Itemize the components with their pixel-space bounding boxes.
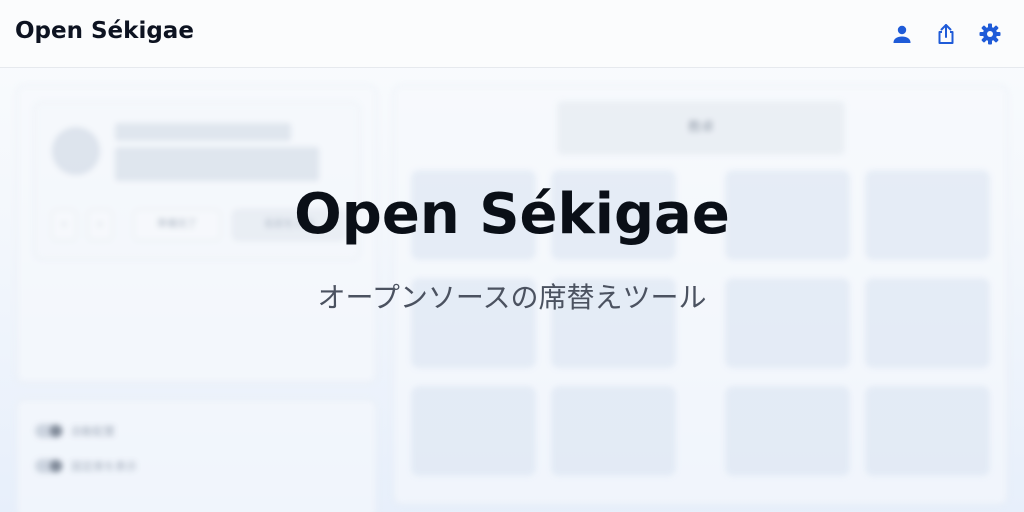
skeleton-block bbox=[115, 147, 319, 181]
toggle-label: 自動配置 bbox=[71, 425, 115, 438]
skeleton-line bbox=[115, 123, 291, 141]
seat[interactable] bbox=[411, 386, 536, 476]
auto-place-toggle[interactable] bbox=[35, 424, 63, 438]
share-icon[interactable] bbox=[934, 22, 958, 46]
seat[interactable] bbox=[551, 386, 676, 476]
hero-subtitle: オープンソースの席替えツール bbox=[317, 281, 707, 314]
fixed-seat-toggle[interactable] bbox=[35, 459, 63, 473]
hero-title: Open Sékigae bbox=[294, 182, 730, 247]
app-title: Open Sékigae bbox=[15, 18, 194, 44]
seat[interactable] bbox=[725, 386, 850, 476]
app-header: Open Sékigae bbox=[0, 0, 1024, 68]
teacher-desk: 教卓 bbox=[557, 101, 845, 155]
avatar bbox=[52, 127, 100, 175]
toggle-label: 固定席を表示 bbox=[71, 460, 137, 473]
gear-icon[interactable] bbox=[978, 22, 1002, 46]
seat[interactable] bbox=[865, 386, 990, 476]
options-panel: 自動配置 固定席を表示 bbox=[16, 399, 377, 512]
user-icon[interactable] bbox=[890, 22, 914, 46]
